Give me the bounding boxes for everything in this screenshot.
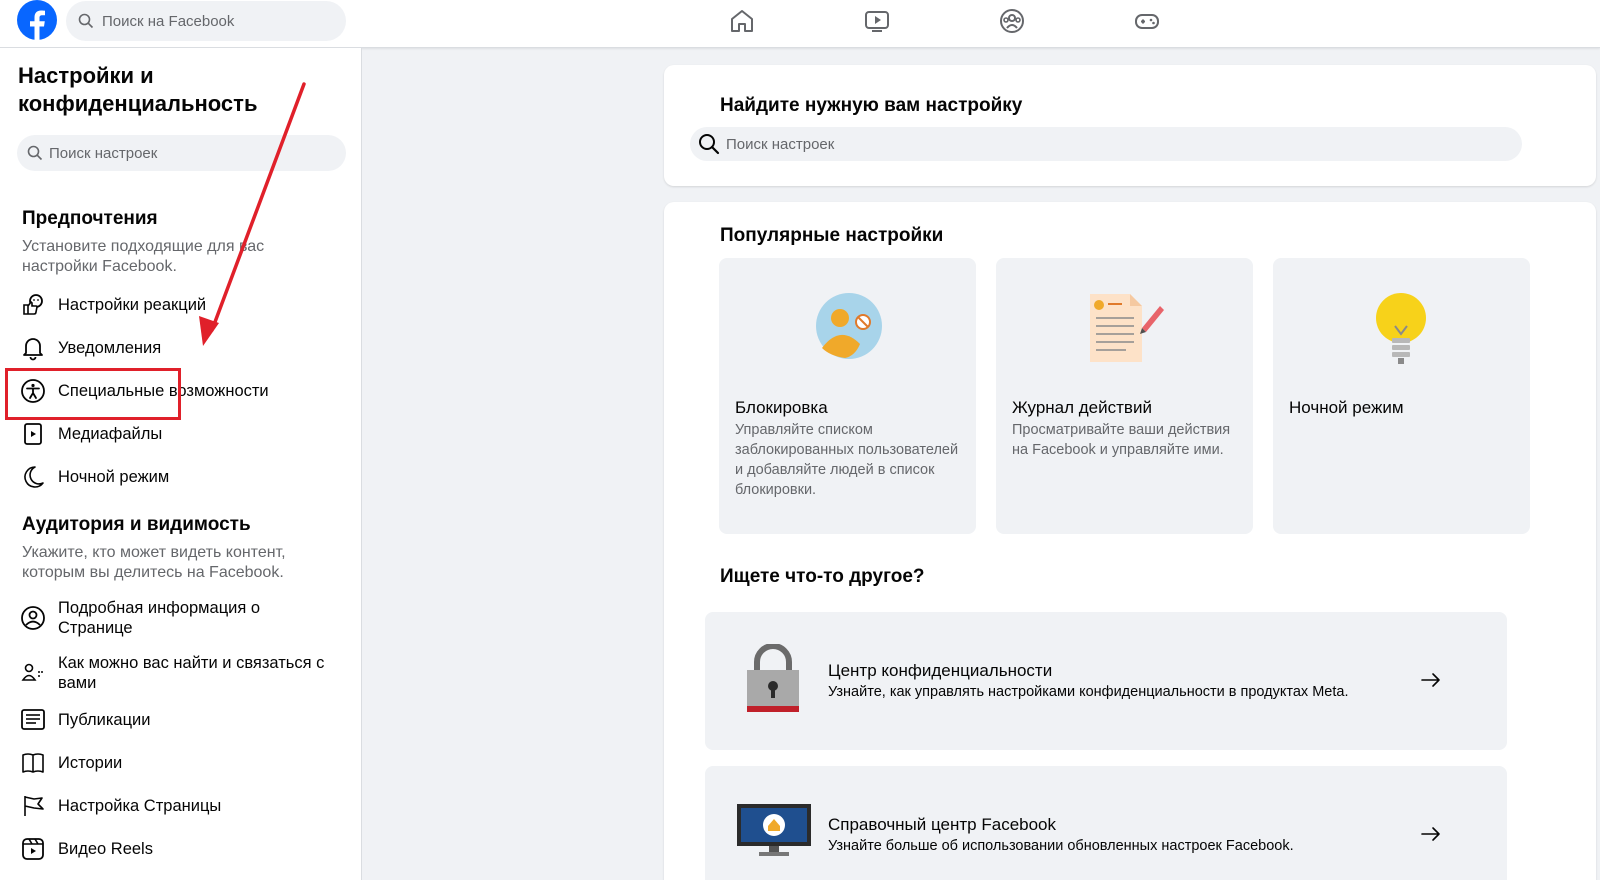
watch-icon[interactable]: [862, 6, 892, 36]
sidebar-item-reels[interactable]: Видео Reels: [20, 836, 153, 862]
lock-illustration-icon: [747, 644, 799, 712]
sidebar-item-label: Ночной режим: [58, 468, 170, 486]
sidebar-item-page-settings[interactable]: Настройка Страницы: [20, 793, 221, 819]
tile-title: Журнал действий: [1012, 398, 1152, 417]
settings-sidebar: Настройки и конфиденциальность Поиск нас…: [0, 48, 362, 880]
arrow-right-icon: [1421, 673, 1440, 687]
section-preferences-desc: Установите подходящие для вас настройки …: [22, 238, 265, 275]
search-icon: [78, 13, 94, 29]
sidebar-item-label: Как можно вас найти и связаться с вами: [58, 654, 325, 692]
sidebar-item-media[interactable]: Медиафайлы: [20, 421, 162, 447]
reels-icon: [20, 836, 46, 862]
lightbulb-illustration-icon: [1376, 293, 1426, 364]
arrow-right-icon: [1421, 827, 1440, 841]
blocking-illustration-icon: [816, 293, 882, 359]
sidebar-item-page-info[interactable]: Подробная информация о Странице: [20, 598, 338, 638]
tile-title: Ночной режим: [1289, 398, 1404, 417]
sidebar-title: Настройки и конфиденциальность: [18, 63, 258, 116]
top-search-placeholder: Поиск на Facebook: [102, 12, 235, 30]
annotation-highlight-box: [5, 368, 181, 420]
tile-title: Блокировка: [735, 398, 828, 417]
posts-icon: [20, 707, 46, 733]
bell-icon: [20, 335, 46, 361]
search-icon: [27, 145, 43, 161]
row-desc: Узнайте больше об использовании обновлен…: [828, 838, 1294, 854]
sidebar-item-label: Подробная информация о Странице: [58, 599, 261, 637]
sidebar-item-label: Уведомления: [58, 339, 162, 357]
row-privacy-center[interactable]: Центр конфиденциальности Узнайте, как уп…: [705, 612, 1507, 750]
top-search-input[interactable]: Поиск на Facebook: [66, 1, 346, 41]
tile-dark-mode[interactable]: Ночной режим: [1273, 258, 1530, 534]
row-title: Справочный центр Facebook: [828, 815, 1057, 834]
popular-settings-title: Популярные настройки: [720, 225, 944, 246]
main-search-placeholder: Поиск настроек: [726, 135, 835, 153]
section-audience-desc: Укажите, кто может видеть контент, котор…: [22, 544, 286, 581]
row-help-center[interactable]: Справочный центр Facebook Узнайте больше…: [705, 766, 1507, 880]
sidebar-item-label: Истории: [58, 754, 123, 772]
flag-icon: [20, 793, 46, 819]
main-search-input[interactable]: Поиск настроек: [690, 127, 1522, 161]
home-icon[interactable]: [727, 6, 757, 36]
reactions-icon: [20, 292, 46, 318]
sidebar-item-stories[interactable]: Истории: [20, 750, 122, 776]
sidebar-item-dark-mode[interactable]: Ночной режим: [20, 464, 169, 490]
groups-icon[interactable]: [997, 6, 1027, 36]
other-settings-title: Ищете что-то другое?: [720, 566, 925, 587]
sidebar-item-posts[interactable]: Публикации: [20, 707, 151, 733]
sidebar-item-label: Настройка Страницы: [58, 797, 222, 815]
activity-log-illustration-icon: [1090, 294, 1164, 362]
sidebar-search-input[interactable]: Поиск настроек: [17, 135, 346, 171]
sidebar-item-label: Настройки реакций: [58, 296, 207, 314]
find-setting-card: [664, 65, 1596, 186]
sidebar-item-label: Публикации: [58, 711, 151, 729]
facebook-logo-icon[interactable]: [17, 0, 57, 40]
tile-desc: Просматривайте ваши действия на Facebook…: [1012, 422, 1231, 458]
sidebar-item-label: Видео Reels: [58, 840, 153, 858]
section-audience-title: Аудитория и видимость: [22, 514, 251, 535]
row-desc: Узнайте, как управлять настройками конфи…: [828, 684, 1349, 700]
stories-icon: [20, 750, 46, 776]
moon-icon: [20, 464, 46, 490]
profile-icon: [20, 605, 46, 631]
sidebar-search-placeholder: Поиск настроек: [49, 144, 158, 162]
sidebar-item-label: Медиафайлы: [58, 425, 163, 443]
find-setting-title: Найдите нужную вам настройку: [720, 95, 1023, 116]
section-preferences-title: Предпочтения: [22, 208, 158, 229]
people-icon: [20, 660, 46, 686]
tile-desc: Управляйте списком заблокированных польз…: [735, 422, 959, 498]
sidebar-item-find-contact[interactable]: Как можно вас найти и связаться с вами: [20, 653, 343, 693]
sidebar-item-notifications[interactable]: Уведомления: [20, 335, 161, 361]
help-monitor-illustration-icon: [737, 804, 811, 856]
gaming-icon[interactable]: [1132, 6, 1162, 36]
tile-activity-log[interactable]: Журнал действий Просматривайте ваши дейс…: [996, 258, 1253, 534]
sidebar-item-reactions[interactable]: Настройки реакций: [20, 292, 206, 318]
media-icon: [20, 421, 46, 447]
search-icon: [699, 134, 720, 155]
top-bar: Поиск на Facebook: [0, 0, 1600, 48]
row-title: Центр конфиденциальности: [828, 661, 1053, 680]
tile-blocking[interactable]: Блокировка Управляйте списком заблокиров…: [719, 258, 976, 534]
